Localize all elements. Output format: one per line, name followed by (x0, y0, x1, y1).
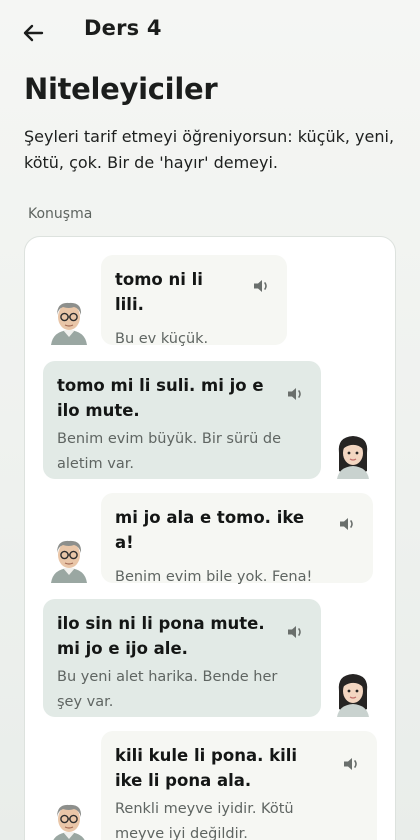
translation-text: Bu ev küçük. (115, 331, 209, 347)
speaker-icon[interactable] (285, 621, 307, 643)
section-label: Konuşma (28, 206, 93, 222)
message-bubble: ilo sin ni li pona mute. mi jo e ijo ale… (43, 599, 321, 717)
message-bubble: kili kule li pona. kili ike li pona ala.… (101, 731, 377, 840)
message-bubble: tomo ni li lili. Bu ev küçük. (101, 255, 287, 347)
conversation-card: tomo ni li lili. Bu ev küçük. tomo mi li… (24, 236, 396, 840)
toki-pona-text: tomo ni li lili. (115, 270, 203, 314)
old-man-avatar (49, 799, 89, 840)
message-bubble: mi jo ala e tomo. ike a! Benim evim bile… (101, 493, 373, 585)
message-bubble: tomo mi li suli. mi jo e ilo mute. Benim… (43, 361, 321, 479)
toki-pona-text: mi jo ala e tomo. ike a! (115, 508, 305, 552)
page-title: Niteleyiciler (24, 72, 218, 106)
toki-pona-text: ilo sin ni li pona mute. mi jo e ijo ale… (57, 614, 265, 658)
speaker-icon[interactable] (251, 275, 273, 297)
back-button[interactable] (18, 18, 48, 48)
lesson-intro: Şeyleri tarif etmeyi öğreniyorsun: küçük… (24, 127, 395, 172)
toki-pona-text: kili kule li pona. kili ike li pona ala. (115, 746, 298, 790)
speaker-icon[interactable] (341, 753, 363, 775)
translation-text: Bu yeni alet harika. Bende her şey var. (57, 669, 278, 710)
lesson-title: Ders 4 (84, 16, 162, 40)
young-woman-avatar (333, 669, 373, 717)
translation-text: Benim evim bile yok. Fena! (115, 569, 313, 585)
arrow-left-icon (23, 24, 44, 42)
young-woman-avatar (333, 431, 373, 479)
top-bar: Ders 4 (0, 0, 420, 64)
toki-pona-text: tomo mi li suli. mi jo e ilo mute. (57, 376, 264, 420)
speaker-icon[interactable] (337, 513, 359, 535)
translation-text: Benim evim büyük. Bir sürü de aletim var… (57, 431, 282, 472)
old-man-avatar (49, 297, 89, 345)
speaker-icon[interactable] (285, 383, 307, 405)
old-man-avatar (49, 535, 89, 583)
translation-text: Renkli meyve iyidir. Kötü meyve iyi deği… (115, 801, 294, 840)
